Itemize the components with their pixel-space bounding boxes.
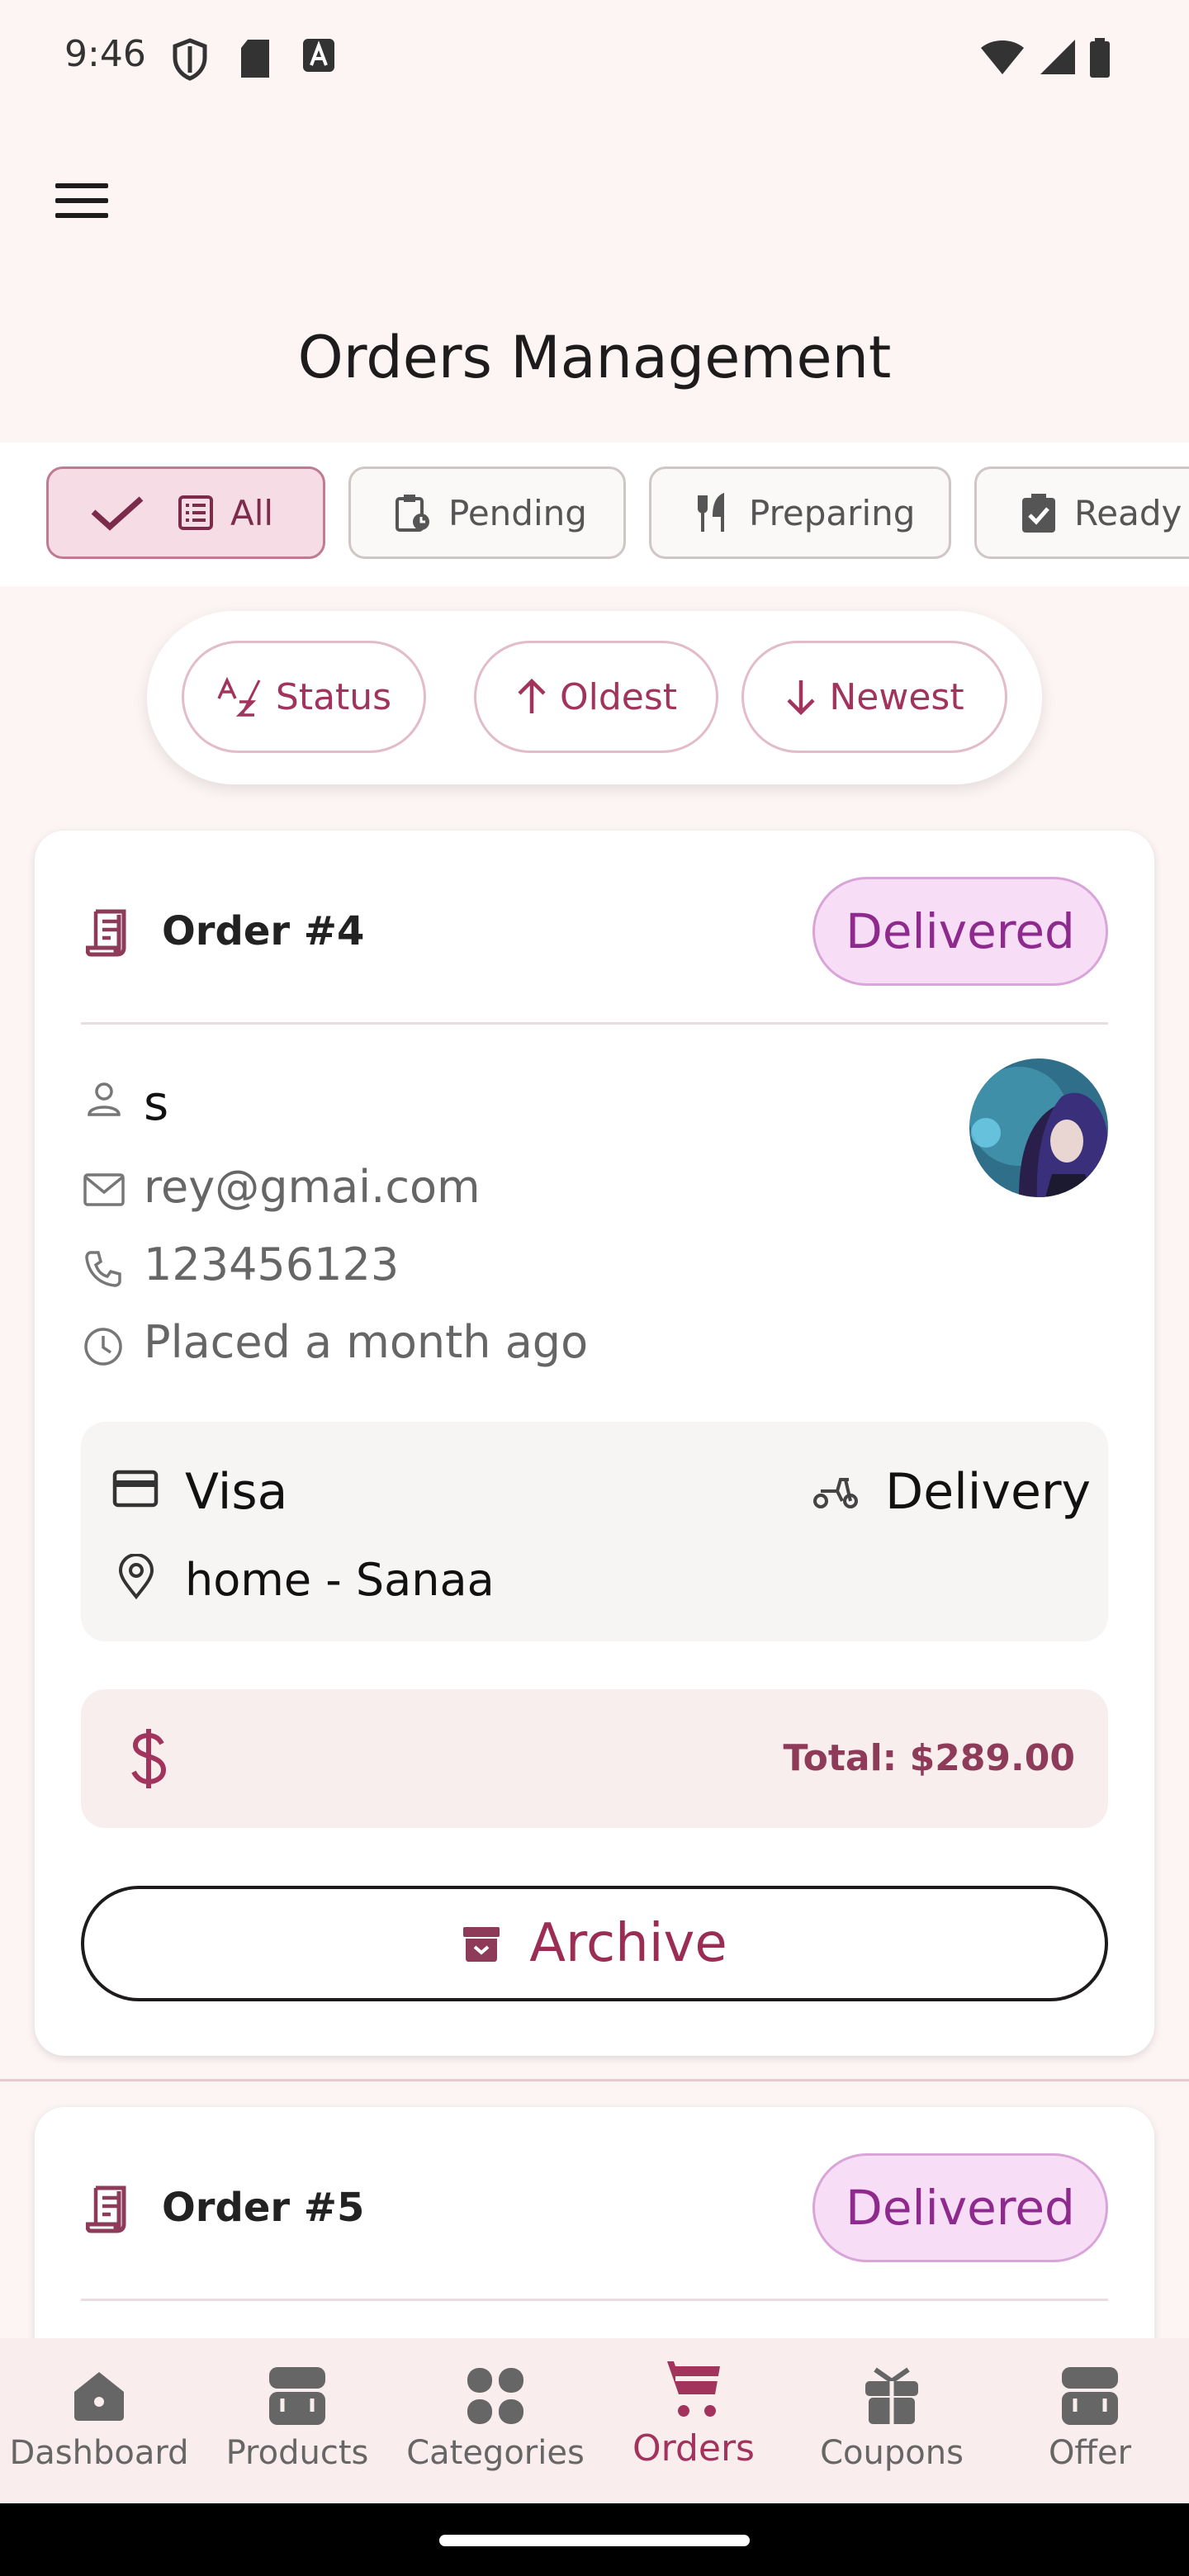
credit-card-icon [112, 1470, 159, 1508]
tab-label: Ready [1074, 492, 1182, 533]
list-icon [178, 495, 213, 530]
battery-icon [1090, 38, 1110, 78]
nav-products[interactable]: Products [198, 2338, 396, 2503]
customer-name: s [144, 1075, 169, 1131]
location-pin-icon [118, 1554, 154, 1600]
nav-orders[interactable]: Orders [594, 2338, 793, 2503]
customer-email: rey@gmai.com [144, 1161, 481, 1213]
signal-icon [1040, 40, 1075, 74]
order-total: Total: $289.00 [783, 1737, 1075, 1779]
status-badge: Delivered [812, 877, 1108, 986]
nav-label: Coupons [820, 2434, 964, 2472]
avatar [969, 1058, 1108, 1197]
nav-categories[interactable]: Categories [396, 2338, 594, 2503]
customer-phone: 123456123 [144, 1238, 400, 1290]
status-time: 9:46 [64, 33, 146, 75]
clock-icon [84, 1328, 122, 1366]
scooter-icon [813, 1478, 858, 1508]
sort-oldest-button[interactable]: Oldest [474, 641, 718, 753]
tab-label: All [230, 492, 274, 533]
status-badge: Delivered [812, 2153, 1108, 2262]
person-icon [88, 1082, 121, 1116]
nav-label: Products [225, 2434, 369, 2472]
phone-icon [85, 1251, 121, 1287]
cart-icon [667, 2361, 720, 2417]
dollar-icon [131, 1729, 167, 1788]
divider [81, 1022, 1108, 1025]
check-icon [91, 496, 144, 531]
arrow-down-icon [787, 680, 815, 716]
payment-box [81, 1422, 1108, 1641]
sd-card-icon [241, 40, 269, 78]
tab-label: Pending [448, 492, 587, 533]
nav-label: Dashboard [9, 2434, 189, 2472]
arrow-up-icon [518, 678, 546, 713]
menu-button[interactable] [46, 165, 117, 236]
tab-preparing[interactable]: Preparing [649, 466, 951, 559]
sort-newest-label: Newest [829, 675, 964, 718]
text-a-icon [303, 39, 334, 72]
home-icon [74, 2372, 124, 2421]
list-divider [0, 2079, 1189, 2081]
sort-oldest-label: Oldest [559, 675, 678, 718]
payment-method: Visa [185, 1463, 288, 1521]
archive-button[interactable]: Archive [81, 1886, 1108, 2001]
sort-alpha-icon [217, 677, 261, 717]
tab-pending[interactable]: Pending [348, 466, 626, 559]
utensils-icon [698, 492, 724, 532]
store-icon [1062, 2367, 1118, 2425]
status-bar: 9:46 [0, 0, 1189, 116]
nav-coupons[interactable]: Coupons [793, 2338, 991, 2503]
gift-icon [865, 2367, 918, 2424]
tab-all[interactable]: All [46, 466, 325, 559]
clipboard-check-icon [1022, 494, 1055, 533]
menu-icon [55, 183, 108, 188]
sort-status-button[interactable]: Status [182, 641, 426, 753]
archive-icon [463, 1927, 500, 1962]
receipt-icon [86, 2185, 126, 2233]
grid-icon [467, 2368, 523, 2424]
delivery-address: home - Sanaa [185, 1554, 495, 1606]
nav-offer[interactable]: Offer [991, 2338, 1189, 2503]
archive-label: Archive [529, 1913, 727, 1974]
avatar-image [969, 1058, 1108, 1197]
sort-newest-button[interactable]: Newest [741, 641, 1007, 753]
order-card[interactable]: Order #4 Delivered s rey@gmai.com 123456… [35, 831, 1154, 2056]
sort-status-label: Status [275, 675, 392, 718]
delivery-method: Delivery [885, 1463, 1092, 1521]
placed-time: Placed a month ago [144, 1316, 589, 1368]
tab-ready[interactable]: Ready [974, 466, 1189, 559]
products-icon [269, 2367, 325, 2425]
nav-label: Categories [406, 2434, 585, 2472]
page-title: Orders Management [297, 324, 892, 391]
nav-label: Offer [1048, 2434, 1132, 2472]
order-title: Order #4 [162, 908, 365, 954]
wifi-icon [981, 40, 1024, 74]
order-title: Order #5 [162, 2185, 365, 2231]
nav-label: Orders [632, 2427, 755, 2469]
divider [81, 2299, 1108, 2301]
mail-icon [83, 1173, 125, 1206]
receipt-icon [86, 909, 126, 957]
home-gesture-bar[interactable] [439, 2535, 750, 2546]
clipboard-clock-icon [396, 495, 429, 532]
shield-icon [173, 38, 207, 81]
tab-label: Preparing [749, 492, 916, 533]
nav-dashboard[interactable]: Dashboard [0, 2338, 198, 2503]
